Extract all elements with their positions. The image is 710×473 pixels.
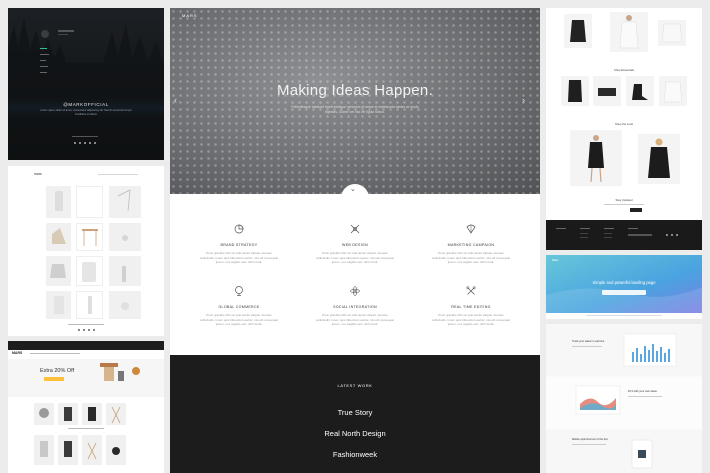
hero-logo[interactable]: MARS xyxy=(182,13,198,18)
feature-title: GLOBAL COMMERCE xyxy=(218,305,260,309)
chevron-down-icon[interactable]: ⌄ xyxy=(350,185,356,193)
feature-text: Proin gravida nibh vel velit auctor aliq… xyxy=(200,251,278,264)
fashion-section-title: Shop the Look xyxy=(614,122,634,126)
latest-work-section: LATEST WORK True Story Real North Design… xyxy=(170,355,540,473)
card-title: Fill it with your own ideas xyxy=(628,390,657,393)
landing-headline: Simple and powerful landing page xyxy=(592,280,656,285)
profile-handle: @MARKOFFICIAL xyxy=(63,102,109,107)
feature-title: REAL TIME EDITING xyxy=(451,305,491,309)
preview-product-grid[interactable]: mars xyxy=(8,166,164,336)
hero-texture xyxy=(170,8,540,194)
feature-social-integration: SOCIAL INTEGRATION Proin gravida nibh ve… xyxy=(300,286,410,327)
footer-columns xyxy=(556,228,678,238)
subscribe-title: Stay Updated xyxy=(615,198,633,202)
feature-title: SOCIAL INTEGRATION xyxy=(333,305,377,309)
card-title: Mobile optimized out of the box xyxy=(572,438,608,441)
feature-title: WEB DESIGN xyxy=(342,243,368,247)
balloon-icon xyxy=(466,224,476,234)
pie-chart-icon xyxy=(234,224,244,234)
work-item-link[interactable]: Real North Design xyxy=(170,429,540,438)
theme-showcase: @MARKOFFICIAL Lorem ipsum dolor sit amet… xyxy=(0,0,710,473)
feature-text: Proin gravida nibh vel velit auctor aliq… xyxy=(200,313,278,326)
pencil-ruler-icon xyxy=(350,224,360,234)
profile-caption: Lorem ipsum dolor sit amet, consectetur … xyxy=(40,109,132,116)
tools-icon xyxy=(466,286,476,296)
hero-subtitle: Pellentesque habitant morbi tristique se… xyxy=(291,105,419,114)
store-images xyxy=(34,363,140,465)
preview-dark-profile[interactable]: @MARKOFFICIAL Lorem ipsum dolor sit amet… xyxy=(8,8,164,160)
hero-section: MARS Making Ideas Happen. Pellentesque h… xyxy=(170,8,540,194)
feature-title: BRAND STRATEGY xyxy=(220,243,258,247)
card-title: Track your sales in real time xyxy=(572,340,605,343)
feature-global-commerce: GLOBAL COMMERCE Proin gravida nibh vel v… xyxy=(184,286,294,327)
hero-prev-arrow-icon[interactable]: ‹ xyxy=(174,95,177,105)
feature-marketing-campaign: MARKETING CAMPAIGN Proin gravida nibh ve… xyxy=(416,224,526,265)
feature-title: MARKETING CAMPAIGN xyxy=(447,243,495,247)
feature-card-visuals xyxy=(546,324,702,473)
fashion-section-title: Shop Essentials xyxy=(613,68,635,72)
product-images xyxy=(50,189,131,331)
preview-dark-footer[interactable] xyxy=(546,220,702,250)
preview-main-agency[interactable]: MARS Making Ideas Happen. Pellentesque h… xyxy=(170,8,540,473)
landing-background xyxy=(546,255,702,316)
feature-text: Proin gravida nibh vel velit auctor aliq… xyxy=(432,313,510,326)
feature-text: Proin gravida nibh vel velit auctor aliq… xyxy=(316,313,394,326)
work-item-link[interactable]: Fashionweek xyxy=(170,450,540,459)
feature-brand-strategy: BRAND STRATEGY Proin gravida nibh vel ve… xyxy=(184,224,294,265)
preview-store-home[interactable]: MARS Extra 20% Off xyxy=(8,341,164,473)
preview-fashion-shop[interactable]: Shop Essentials Shop the Look Stay Updat… xyxy=(546,8,702,220)
fashion-images xyxy=(561,12,687,212)
globe-icon xyxy=(234,286,244,296)
work-item-link[interactable]: True Story xyxy=(170,408,540,417)
latest-work-title: LATEST WORK xyxy=(337,383,373,388)
preview-landing-page[interactable]: Mars Simple and powerful landing page xyxy=(546,255,702,319)
feature-text: Proin gravida nibh vel velit auctor aliq… xyxy=(316,251,394,264)
hero-next-arrow-icon[interactable]: › xyxy=(522,95,525,105)
forest-backdrop xyxy=(8,8,164,160)
preview-feature-cards[interactable]: Track your sales in real time Fill it wi… xyxy=(546,324,702,473)
landing-logo: Mars xyxy=(552,258,559,262)
feature-real-time-editing: REAL TIME EDITING Proin gravida nibh vel… xyxy=(416,286,526,327)
atom-icon xyxy=(350,286,360,296)
feature-web-design: WEB DESIGN Proin gravida nibh vel velit … xyxy=(300,224,410,265)
hero-title: Making Ideas Happen. xyxy=(276,82,434,99)
feature-text: Proin gravida nibh vel velit auctor aliq… xyxy=(432,251,510,264)
